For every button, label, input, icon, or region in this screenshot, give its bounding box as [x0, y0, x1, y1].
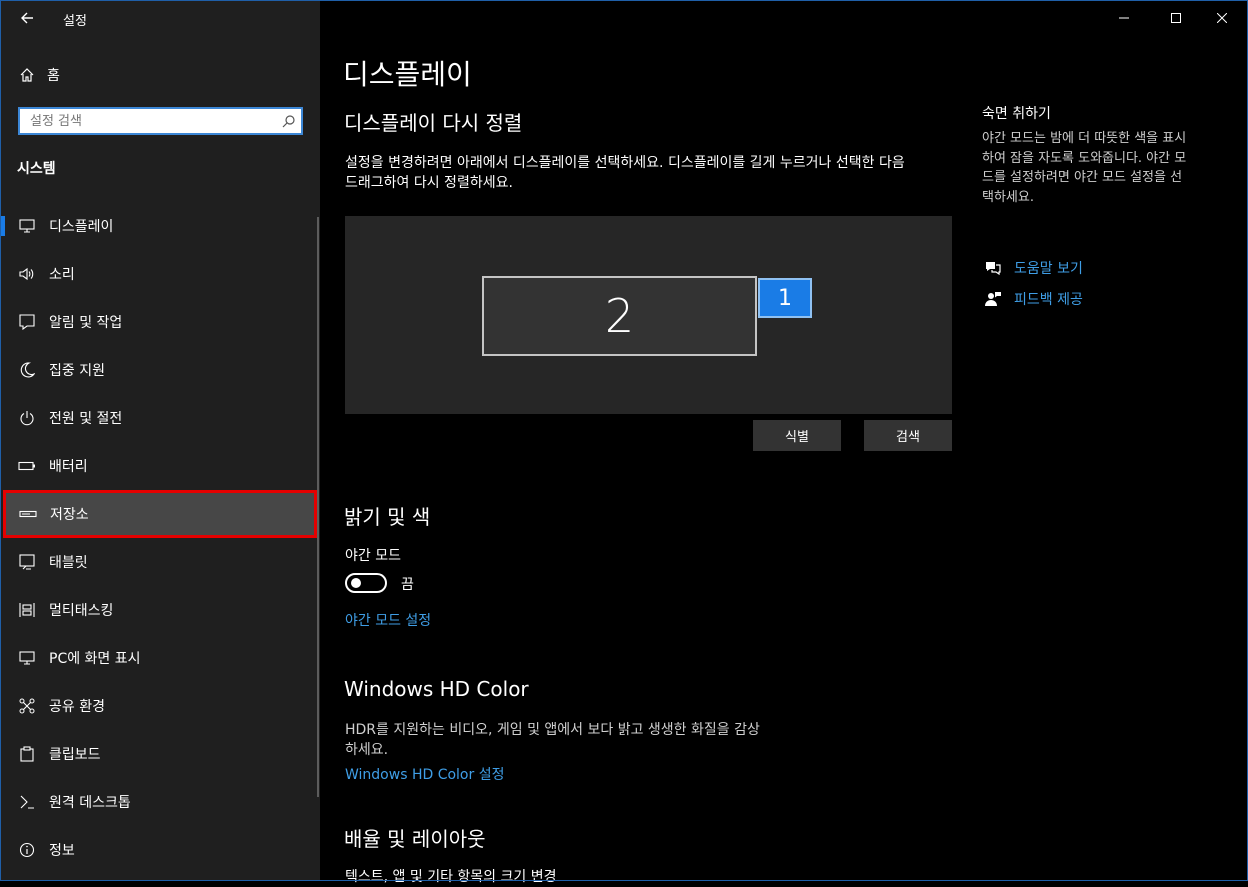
sidebar-item-label: 알림 및 작업	[49, 315, 123, 331]
info-icon	[17, 840, 37, 860]
sidebar-nav: 디스플레이 소리 알림 및 작업 집중 지원 전원 및 절전 배터리 저장소 태…	[1, 202, 319, 874]
minimize-button[interactable]	[1101, 2, 1147, 34]
moon-icon	[17, 360, 37, 380]
rearrange-description-line1: 설정을 변경하려면 아래에서 디스플레이를 선택하세요. 디스플레이를 길게 누…	[345, 155, 905, 171]
sidebar-item-project[interactable]: PC에 화면 표시	[1, 634, 319, 682]
feedback-link-label: 피드백 제공	[1014, 292, 1083, 308]
tip-title: 숙면 취하기	[982, 106, 1051, 122]
rearrange-heading: 디스플레이 다시 정렬	[344, 111, 523, 135]
power-icon	[17, 408, 37, 428]
hd-color-description-line1: HDR를 지원하는 비디오, 게임 및 앱에서 보다 밝고 생생한 화질을 감상	[345, 722, 760, 738]
minimize-icon	[1119, 17, 1129, 19]
detect-button[interactable]: 검색	[864, 420, 952, 451]
sidebar-item-label: PC에 화면 표시	[49, 651, 141, 667]
tip-line2: 하여 잠을 자도록 도와줍니다. 야간 모	[982, 150, 1187, 166]
help-chat-icon	[982, 260, 1004, 276]
project-icon	[17, 648, 37, 668]
hd-color-description-line2: 하세요.	[345, 742, 389, 758]
feedback-person-icon	[982, 291, 1004, 307]
sidebar-item-label: 배터리	[49, 459, 88, 475]
home-nav-item[interactable]: 홈	[17, 63, 60, 87]
tablet-icon	[17, 552, 37, 572]
sidebar-item-clipboard[interactable]: 클립보드	[1, 730, 319, 778]
home-label: 홈	[47, 68, 60, 84]
page-title: 디스플레이	[343, 58, 472, 91]
sidebar-item-label: 집중 지원	[49, 363, 105, 379]
remote-desktop-icon	[17, 792, 37, 812]
sidebar-scrollbar[interactable]	[317, 217, 319, 797]
close-button[interactable]	[1199, 2, 1245, 34]
help-link[interactable]: 도움말 보기	[982, 258, 1083, 278]
toggle-knob	[351, 578, 361, 588]
scale-heading: 배율 및 레이아웃	[344, 827, 486, 851]
settings-search-box[interactable]	[18, 107, 303, 135]
main-content: 디스플레이 디스플레이 다시 정렬 설정을 변경하려면 아래에서 디스플레이를 …	[320, 1, 1247, 885]
sidebar-item-label: 저장소	[50, 507, 89, 523]
monitor-2-tile[interactable]: 2	[482, 276, 757, 356]
close-icon	[1217, 13, 1227, 23]
sidebar-item-notifications[interactable]: 알림 및 작업	[1, 298, 319, 346]
help-link-label: 도움말 보기	[1014, 261, 1083, 277]
sidebar-item-label: 원격 데스크톱	[49, 795, 131, 811]
sidebar-item-display[interactable]: 디스플레이	[1, 202, 319, 250]
search-icon[interactable]	[277, 114, 301, 128]
back-button[interactable]	[9, 5, 45, 31]
app-title: 설정	[63, 14, 87, 29]
night-light-label: 야간 모드	[345, 548, 401, 564]
sidebar-item-label: 멀티태스킹	[49, 603, 114, 619]
display-arrangement-area[interactable]: 2 1	[345, 216, 952, 414]
sidebar-item-label: 전원 및 절전	[49, 411, 123, 427]
tip-line4: 택하세요.	[982, 189, 1034, 205]
sidebar-item-focus-assist[interactable]: 집중 지원	[1, 346, 319, 394]
sidebar-item-label: 소리	[49, 267, 75, 283]
search-input[interactable]	[20, 112, 277, 130]
speaker-icon	[17, 264, 37, 284]
identify-button[interactable]: 식별	[753, 420, 841, 451]
brightness-heading: 밝기 및 색	[344, 505, 431, 529]
hd-color-heading: Windows HD Color	[344, 677, 529, 701]
share-icon	[17, 696, 37, 716]
sidebar-item-label: 클립보드	[49, 747, 101, 763]
notification-icon	[17, 312, 37, 332]
sidebar-item-label: 디스플레이	[49, 219, 114, 235]
multitask-icon	[17, 600, 37, 620]
section-title: 시스템	[17, 161, 56, 177]
rearrange-description-line2: 드래그하여 다시 정렬하세요.	[345, 175, 513, 191]
battery-icon	[17, 456, 37, 476]
maximize-icon	[1171, 13, 1181, 23]
monitor-icon	[17, 216, 37, 236]
sidebar: 설정 홈 시스템 디스플레이 소리 알림 및 작업 집중 지원	[1, 1, 320, 880]
scale-partial-text: 텍스트, 앱 및 기타 항목의 크기 변경	[345, 869, 557, 885]
tip-line3: 드를 설정하려면 야간 모드 설정을 선	[982, 170, 1183, 185]
tip-line1: 야간 모드는 밤에 더 따뜻한 색을 표시	[982, 131, 1187, 146]
night-light-settings-link[interactable]: 야간 모드 설정	[345, 611, 431, 631]
rearrange-description: 설정을 변경하려면 아래에서 디스플레이를 선택하세요. 디스플레이를 길게 누…	[345, 153, 905, 193]
hd-color-description: HDR를 지원하는 비디오, 게임 및 앱에서 보다 밝고 생생한 화질을 감상…	[345, 720, 760, 760]
clipboard-icon	[17, 744, 37, 764]
back-arrow-icon	[21, 12, 33, 24]
sidebar-item-remote-desktop[interactable]: 원격 데스크톱	[1, 778, 319, 826]
night-light-toggle[interactable]	[345, 573, 387, 593]
sidebar-item-shared-experiences[interactable]: 공유 환경	[1, 682, 319, 730]
sidebar-item-about[interactable]: 정보	[1, 826, 319, 874]
sidebar-item-sound[interactable]: 소리	[1, 250, 319, 298]
toggle-state-label: 끔	[401, 577, 414, 593]
monitor-1-tile[interactable]: 1	[758, 278, 812, 318]
home-icon	[17, 67, 37, 83]
sidebar-item-label: 태블릿	[49, 555, 88, 571]
sidebar-item-multitasking[interactable]: 멀티태스킹	[1, 586, 319, 634]
sidebar-item-storage[interactable]: 저장소	[3, 490, 317, 538]
feedback-link[interactable]: 피드백 제공	[982, 289, 1083, 309]
sidebar-item-label: 정보	[49, 843, 75, 859]
storage-icon	[18, 504, 38, 524]
hd-color-settings-link[interactable]: Windows HD Color 설정	[345, 765, 504, 785]
sidebar-item-label: 공유 환경	[49, 699, 105, 715]
tip-description: 야간 모드는 밤에 더 따뜻한 색을 표시 하여 잠을 자도록 도와줍니다. 야…	[982, 129, 1186, 207]
sidebar-item-power[interactable]: 전원 및 절전	[1, 394, 319, 442]
maximize-button[interactable]	[1153, 2, 1199, 34]
sidebar-item-battery[interactable]: 배터리	[1, 442, 319, 490]
sidebar-item-tablet[interactable]: 태블릿	[1, 538, 319, 586]
